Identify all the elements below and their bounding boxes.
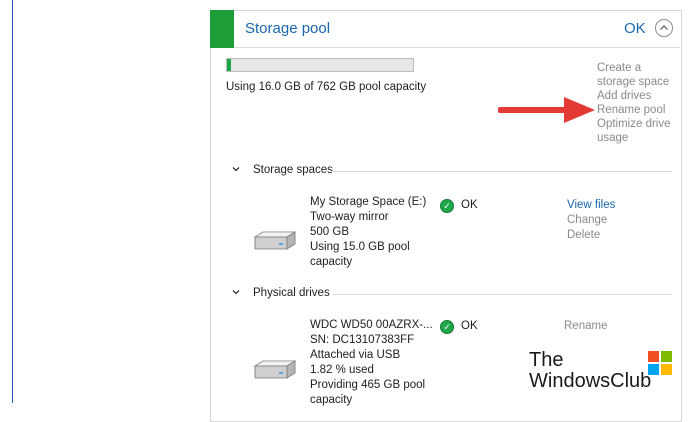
watermark-text: The WindowsClub [529, 350, 651, 392]
drive-name: WDC WD50 00AZRX-... [310, 319, 433, 331]
create-storage-space-link[interactable]: Create a storage space [597, 61, 679, 89]
storage-space-details: My Storage Space (E:) Two-way mirror 500… [310, 195, 430, 270]
physical-drive-status: OK [461, 320, 478, 332]
chevron-down-icon [232, 290, 240, 295]
physical-drive-details: WDC WD50 00AZRX-... SN: DC13107383FF Att… [310, 318, 435, 408]
physical-drive-icon [253, 360, 297, 379]
red-arrow-annotation [498, 97, 595, 123]
physical-drives-heading: Physical drives [253, 287, 330, 299]
pool-title: Storage pool [245, 20, 331, 37]
drive-providing: Providing 465 GB pool capacity [310, 379, 426, 406]
change-link[interactable]: Change [567, 213, 615, 228]
storage-spaces-divider [331, 171, 672, 172]
storage-space-type: Two-way mirror [310, 211, 389, 223]
physical-drives-chevron[interactable] [231, 287, 241, 300]
drive-serial: SN: DC13107383FF [310, 334, 415, 346]
storage-space-drive-icon [253, 231, 297, 250]
collapse-button[interactable] [655, 19, 673, 37]
chevron-up-icon [660, 25, 668, 30]
storage-space-size: 500 GB [310, 226, 349, 238]
storage-spaces-heading: Storage spaces [253, 164, 333, 176]
watermark-line1: The [529, 349, 564, 371]
add-drives-link[interactable]: Add drives [597, 89, 679, 103]
physical-drives-divider [333, 294, 672, 295]
optimize-drive-usage-link[interactable]: Optimize drive usage [597, 117, 679, 145]
delete-link[interactable]: Delete [567, 228, 615, 243]
header-divider [234, 47, 680, 48]
storage-space-name: My Storage Space (E:) [310, 196, 427, 208]
pool-status: OK [624, 20, 646, 37]
check-icon: ✓ [440, 199, 454, 213]
pool-usage-fill [227, 59, 231, 71]
left-navigation-pane [0, 0, 13, 403]
windows-logo-icon [648, 351, 672, 375]
rename-pool-link[interactable]: Rename pool [597, 103, 679, 117]
check-icon: ✓ [440, 320, 454, 334]
view-files-link[interactable]: View files [567, 198, 615, 213]
pool-actions: Create a storage space Add drives Rename… [597, 61, 679, 145]
storage-space-actions: View files Change Delete [567, 198, 615, 243]
chevron-down-icon [232, 167, 240, 172]
pool-capacity-text: Using 16.0 GB of 762 GB pool capacity [226, 81, 427, 93]
drive-connection: Attached via USB [310, 349, 401, 361]
drive-used: 1.82 % used [310, 364, 374, 376]
rename-drive-link[interactable]: Rename [564, 319, 607, 334]
storage-spaces-chevron[interactable] [231, 164, 241, 177]
pool-usage-bar [226, 58, 414, 72]
pool-accent-bar [210, 10, 234, 48]
watermark-line2: WindowsClub [529, 370, 652, 392]
storage-space-usage: Using 15.0 GB pool capacity [310, 241, 410, 268]
storage-space-status: OK [461, 199, 478, 211]
